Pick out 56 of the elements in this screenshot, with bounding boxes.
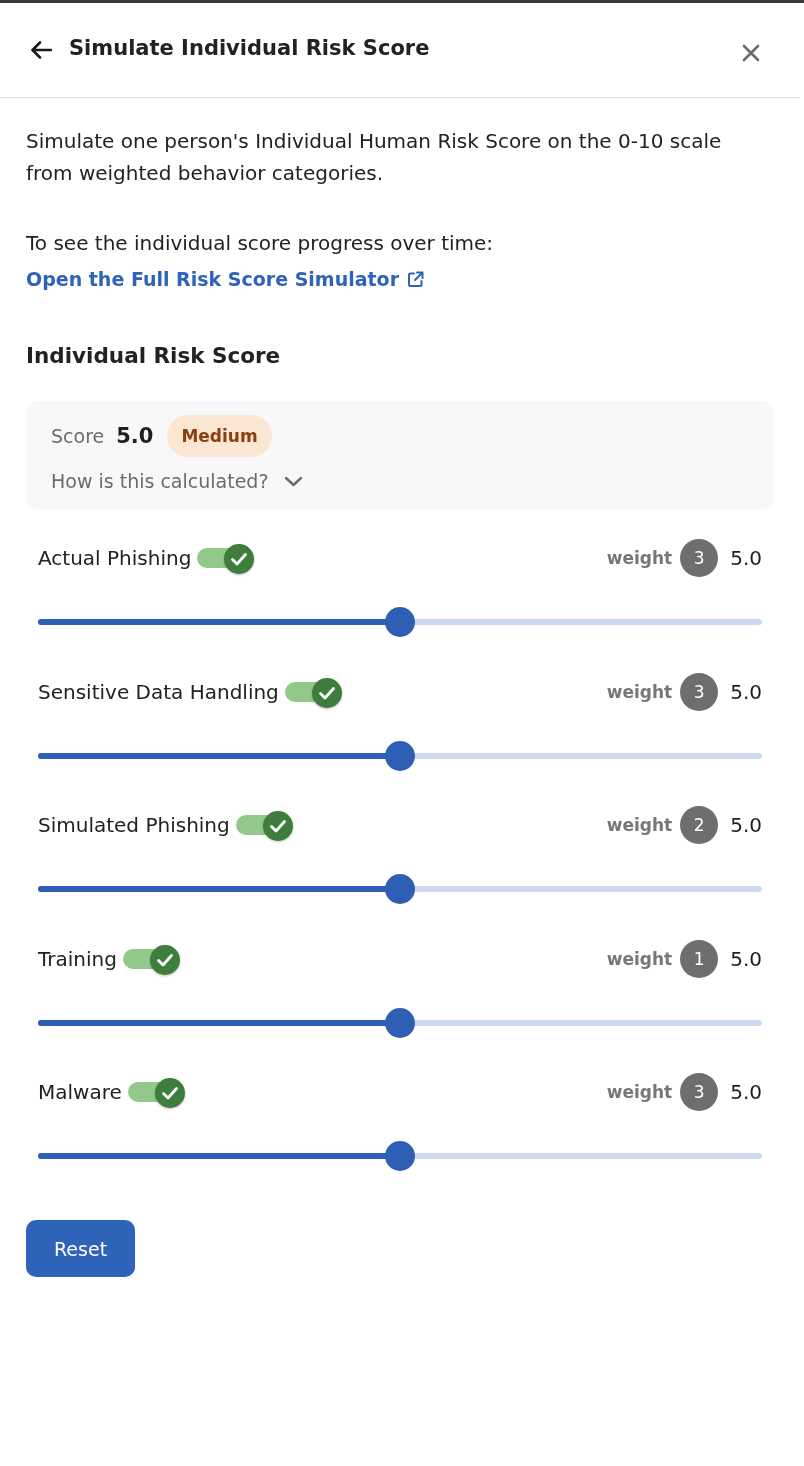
check-icon bbox=[224, 544, 255, 574]
check-icon bbox=[149, 944, 180, 975]
close-button[interactable] bbox=[742, 44, 760, 62]
category-label: Training bbox=[38, 946, 117, 971]
category-value: 5.0 bbox=[730, 946, 762, 971]
category-value: 5.0 bbox=[730, 1080, 762, 1104]
slider-thumb[interactable] bbox=[385, 740, 415, 771]
slider-thumb[interactable] bbox=[385, 1141, 415, 1171]
slider-thumb[interactable] bbox=[385, 1007, 415, 1038]
weight-badge: 1 bbox=[680, 939, 719, 978]
toggle-switch[interactable] bbox=[122, 943, 181, 974]
close-icon bbox=[742, 44, 760, 62]
score-slider[interactable] bbox=[38, 874, 762, 904]
category-label: Malware bbox=[38, 1080, 122, 1104]
back-button[interactable] bbox=[30, 41, 52, 59]
section-heading: Individual Risk Score bbox=[26, 342, 282, 370]
weight-label: weight bbox=[606, 548, 673, 568]
category-label: Sensitive Data Handling bbox=[38, 679, 279, 704]
toggle-switch[interactable] bbox=[127, 1077, 186, 1107]
simulator-link[interactable]: Open the Full Risk Score Simulator bbox=[26, 263, 425, 295]
risk-level-tag: Medium bbox=[167, 415, 272, 457]
weight-badge: 3 bbox=[680, 1073, 719, 1111]
score-label: Score bbox=[51, 425, 105, 447]
slider-thumb[interactable] bbox=[385, 874, 415, 904]
weight-label: weight bbox=[606, 1082, 673, 1102]
weight-badge: 3 bbox=[680, 539, 719, 577]
score-slider[interactable] bbox=[38, 740, 762, 771]
category-label: Simulated Phishing bbox=[38, 813, 230, 837]
slider-thumb[interactable] bbox=[385, 607, 415, 637]
score-value: 5.0 bbox=[116, 424, 154, 448]
category-value: 5.0 bbox=[730, 546, 762, 570]
score-slider[interactable] bbox=[38, 1007, 762, 1038]
check-icon bbox=[262, 811, 293, 841]
external-link-icon bbox=[407, 270, 425, 288]
weight-label: weight bbox=[606, 948, 673, 969]
weight-badge: 2 bbox=[680, 806, 719, 844]
prompt-text: To see the individual score progress over time: bbox=[26, 230, 495, 257]
reset-button[interactable]: Reset bbox=[26, 1220, 136, 1277]
back-arrow-icon bbox=[30, 41, 52, 59]
weight-label: weight bbox=[606, 815, 673, 835]
score-slider[interactable] bbox=[38, 607, 762, 637]
category-value: 5.0 bbox=[730, 679, 762, 704]
toggle-switch[interactable] bbox=[235, 810, 294, 840]
weight-badge: 3 bbox=[680, 672, 719, 711]
category-value: 5.0 bbox=[730, 813, 762, 837]
weight-label: weight bbox=[606, 681, 673, 702]
check-icon bbox=[311, 677, 342, 708]
check-icon bbox=[154, 1078, 185, 1108]
panel-title: Simulate Individual Risk Score bbox=[69, 36, 430, 60]
score-slider[interactable] bbox=[38, 1141, 762, 1171]
description-text: Simulate one person's Individual Human Risk Score on the 0-10 scale from weighted behavior categories. bbox=[26, 128, 723, 187]
category-label: Actual Phishing bbox=[38, 546, 192, 570]
toggle-switch[interactable] bbox=[284, 676, 343, 707]
calculation-toggle[interactable]: How is this calculated? bbox=[51, 463, 304, 499]
chevron-down-icon bbox=[284, 475, 304, 487]
toggle-switch[interactable] bbox=[197, 543, 256, 573]
